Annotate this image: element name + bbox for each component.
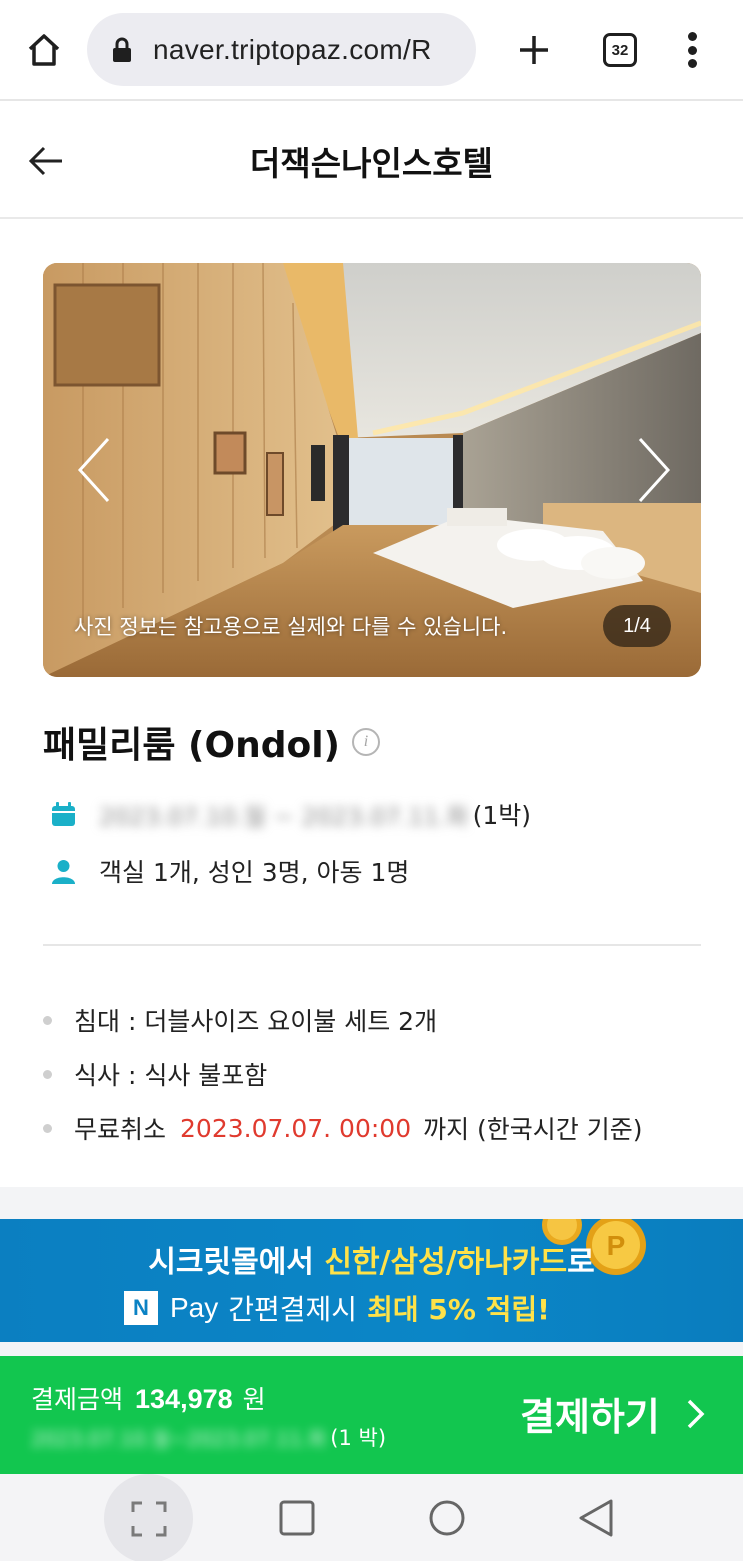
free-cancel-label: 무료취소	[74, 1115, 167, 1144]
payment-label: 결제금액	[31, 1385, 124, 1414]
list-item: 식사 : 식사 불포함	[43, 1047, 643, 1101]
lock-icon	[113, 37, 131, 62]
payment-dates-blurred: 2023.07.10.월~2023.07.11.화	[31, 1426, 327, 1451]
free-cancel-deadline: 2023.07.07. 00:00	[180, 1113, 412, 1143]
list-item: 침대 : 더블사이즈 요이불 세트 2개	[43, 993, 643, 1047]
free-cancel-suffix: 까지 (한국시간 기준)	[423, 1115, 643, 1144]
home-button[interactable]	[22, 28, 66, 72]
room-title-row: 패밀리룸 (Ondol) i	[43, 716, 380, 768]
more-vert-icon[interactable]	[676, 30, 708, 70]
address-bar[interactable]: naver.triptopaz.com/R	[87, 13, 476, 86]
divider	[43, 944, 701, 946]
room-name: 패밀리룸 (Ondol)	[43, 725, 340, 766]
list-item: 무료취소 2023.07.07. 00:00 까지 (한국시간 기준)	[43, 1101, 643, 1155]
stay-dates-row: 2023.07.10.월 ~ 2023.07.11.화 (1박)	[50, 796, 531, 832]
info-icon[interactable]: i	[352, 728, 380, 756]
system-nav-bar	[0, 1474, 743, 1561]
banner-subline: N Pay 간편결제시 최대 5% 적립!	[124, 1288, 550, 1328]
payment-bar[interactable]: 결제금액 134,978 원 2023.07.10.월~2023.07.11.화…	[0, 1356, 743, 1474]
payment-dates-row: 2023.07.10.월~2023.07.11.화 (1 박)	[31, 1422, 386, 1452]
section-gap	[0, 1342, 743, 1356]
carousel-prev-button[interactable]	[67, 435, 121, 505]
payment-unit: 원	[242, 1385, 266, 1414]
npay-word: Pay	[170, 1292, 219, 1323]
recents-icon[interactable]	[279, 1500, 315, 1536]
browser-toolbar: naver.triptopaz.com/R 32	[0, 0, 743, 101]
guests-row: 객실 1개, 성인 3명, 아동 1명	[50, 853, 409, 889]
fullscreen-icon	[131, 1501, 166, 1536]
home-icon	[28, 34, 60, 66]
stay-dates-blurred: 2023.07.10.월 ~ 2023.07.11.화	[99, 802, 469, 831]
promo-banner[interactable]: P 시크릿몰에서 신한/삼성/하나카드로 N Pay 간편결제시 최대 5% 적…	[0, 1219, 743, 1342]
calendar-icon	[52, 801, 75, 826]
stay-nights: (1박)	[472, 801, 532, 830]
url-text: naver.triptopaz.com/R	[153, 33, 432, 65]
system-back-icon[interactable]	[577, 1498, 615, 1538]
banner-headline: 시크릿몰에서 신한/삼성/하나카드로	[148, 1245, 595, 1280]
guests-text: 객실 1개, 성인 3명, 아동 1명	[99, 858, 410, 887]
section-gap	[0, 1187, 743, 1219]
payment-nights: (1 박)	[330, 1426, 387, 1450]
banner-reward: 최대 5% 적립!	[367, 1293, 550, 1326]
payment-amount: 134,978	[135, 1384, 233, 1414]
system-home-icon[interactable]	[428, 1499, 466, 1537]
npay-logo: N	[124, 1291, 158, 1325]
pay-button[interactable]: 결제하기	[520, 1386, 706, 1441]
page-header: 더잭슨나인스호텔	[0, 101, 743, 219]
new-tab-button[interactable]	[510, 26, 558, 74]
photo-counter: 1/4	[603, 605, 671, 647]
chevron-right-icon	[638, 437, 671, 503]
banner-subtext: 간편결제시	[228, 1293, 358, 1326]
tab-switcher-button[interactable]: 32	[603, 33, 637, 67]
page-title: 더잭슨나인스호텔	[250, 144, 493, 183]
photo-disclaimer: 사진 정보는 참고용으로 실제와 다를 수 있습니다.	[74, 615, 508, 639]
bed-info: 침대 : 더블사이즈 요이불 세트 2개	[74, 1007, 438, 1036]
person-icon	[52, 859, 75, 884]
chevron-left-icon	[77, 437, 110, 503]
fullscreen-button[interactable]	[104, 1474, 193, 1561]
room-detail-list: 침대 : 더블사이즈 요이불 세트 2개 식사 : 식사 불포함 무료취소 20…	[43, 993, 643, 1155]
photo-carousel[interactable]: 사진 정보는 참고용으로 실제와 다를 수 있습니다. 1/4	[43, 263, 701, 677]
pay-button-label: 결제하기	[520, 1395, 660, 1439]
meal-info: 식사 : 식사 불포함	[74, 1061, 268, 1090]
carousel-next-button[interactable]	[627, 435, 681, 505]
payment-amount-row: 결제금액 134,978 원	[31, 1380, 266, 1416]
plus-icon	[520, 36, 548, 64]
chevron-right-icon	[687, 1399, 705, 1428]
